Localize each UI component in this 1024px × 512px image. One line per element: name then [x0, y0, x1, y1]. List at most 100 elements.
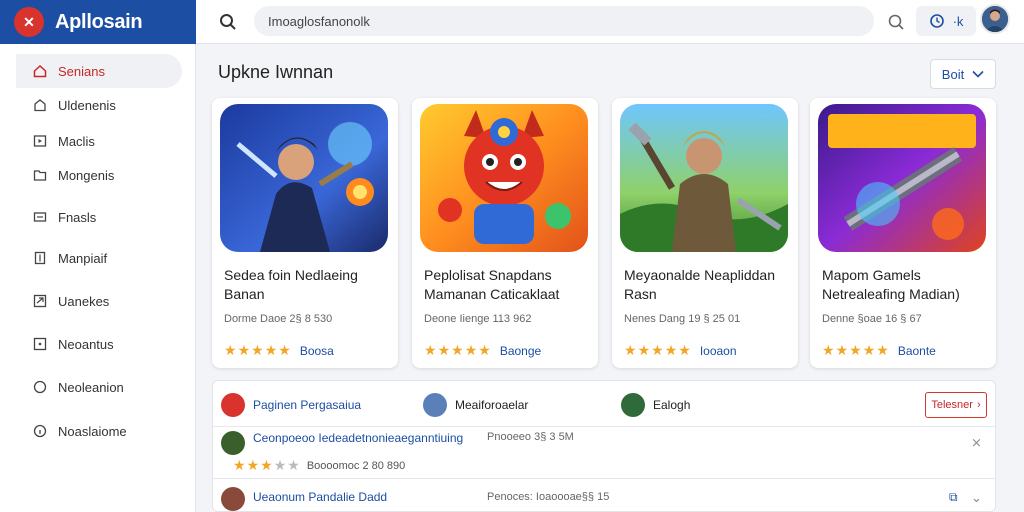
search-input[interactable]	[268, 13, 874, 29]
brand[interactable]: ✕ Apllosain	[0, 0, 196, 44]
sidebar-item-label: Maclis	[58, 133, 95, 149]
sidebar-item-label: Uanekes	[58, 293, 110, 309]
star-icon: ★	[464, 342, 478, 358]
star-icon: ★	[664, 342, 678, 358]
app-logo-icon: ✕	[14, 7, 44, 37]
category-avatar	[621, 393, 645, 417]
circle-icon	[32, 379, 48, 395]
star-icon: ★	[224, 342, 237, 358]
chevron-right-icon: ›	[976, 399, 981, 411]
sidebar: Senians Uldenenis Maclis Mongenis Fnasls…	[0, 44, 196, 512]
star-icon: ★	[424, 342, 437, 358]
message-icon	[32, 209, 48, 225]
bookmark-icon	[32, 97, 48, 113]
sidebar-item-label: Mongenis	[58, 167, 115, 183]
app-rating: ★ ★ ★ ★ ★ Iooaon	[624, 342, 737, 359]
app-list-panel: Paginen Pergasaiua Meaiforoaelar Ealogh …	[212, 380, 996, 512]
app-title: Peplolisat Snapdans Mamanan Caticaklaat	[424, 267, 560, 302]
app-meta: Deone Iienge 113 962	[424, 313, 532, 325]
search-icon[interactable]	[214, 8, 242, 36]
sidebar-item-label: Senians	[58, 63, 105, 79]
star-icon: ★	[637, 342, 651, 358]
home-icon	[32, 63, 48, 79]
sidebar-item-senians[interactable]: Senians	[16, 54, 182, 88]
account-switcher[interactable]: ·k	[916, 6, 976, 36]
star-icon: ★	[624, 342, 637, 358]
expand-icon[interactable]: ⨯	[971, 435, 982, 451]
star-icon: ★	[246, 457, 260, 473]
sort-label: Boit	[941, 66, 965, 82]
search-bar	[254, 6, 874, 36]
account-label: ·k	[952, 13, 964, 29]
view-more-label: Telesner	[931, 399, 973, 411]
sidebar-item-noaslaiome[interactable]: Noaslaiome	[16, 414, 182, 448]
star-icon: ★	[862, 342, 876, 358]
star-icon: ★	[822, 342, 835, 358]
star-icon: ★	[451, 342, 464, 358]
star-icon: ★	[876, 342, 889, 358]
rating-score: Baonte	[897, 343, 936, 358]
sidebar-item-neoantus[interactable]: Neoantus	[16, 327, 182, 361]
list-item[interactable]: Ceonpoeoo Iedeadetnonieaeganntiuing Pnoo…	[213, 427, 995, 479]
sidebar-item-manpiaif[interactable]: Manpiaif	[16, 241, 182, 275]
user-avatar[interactable]	[980, 4, 1010, 34]
category-avatar	[221, 393, 245, 417]
category-avatar	[423, 393, 447, 417]
document-icon	[32, 250, 48, 266]
sidebar-item-uldenenis[interactable]: Uldenenis	[16, 88, 182, 122]
list-item[interactable]: Ueaonum Pandalie Dadd Penoces: Ioaoooae§…	[213, 481, 995, 512]
app-card[interactable]: Peplolisat Snapdans Mamanan Caticaklaat …	[412, 98, 598, 368]
app-card[interactable]: Mapom Gamels Netrealeafing Madian) Denne…	[810, 98, 996, 368]
app-rating: ★ ★ ★ ★ ★ Baonte	[822, 342, 936, 359]
app-card[interactable]: Meyaonalde Neapliddan Rasn Nenes Dang 19…	[612, 98, 798, 368]
app-title: Meyaonalde Neapliddan Rasn	[624, 267, 775, 302]
chevron-down-icon[interactable]: ⌄	[971, 490, 982, 506]
sidebar-item-uanekes[interactable]: Uanekes	[16, 284, 182, 318]
app-title: Sedea foin Nedlaeing Banan	[224, 267, 358, 302]
page-title: Upkne Iwnnan	[218, 62, 334, 82]
category-chip[interactable]: Paginen Pergasaiua	[221, 393, 361, 417]
star-icon: ★	[437, 342, 451, 358]
star-icon: ★	[264, 342, 278, 358]
category-chip[interactable]: Ealogh	[621, 393, 690, 417]
sidebar-item-maclis[interactable]: Maclis	[16, 124, 182, 158]
category-label: Ealogh	[653, 398, 691, 412]
folder-icon	[32, 167, 48, 183]
star-icon: ★	[678, 342, 691, 358]
star-icon: ★	[233, 457, 246, 473]
star-icon: ★	[251, 342, 264, 358]
star-icon: ★	[237, 342, 251, 358]
clock-icon	[929, 14, 944, 28]
sidebar-item-neoleanion[interactable]: Neoleanion	[16, 370, 182, 404]
sidebar-item-label: Noaslaiome	[58, 423, 127, 439]
sort-dropdown[interactable]: Boit	[930, 59, 996, 89]
category-label: Meaiforoaelar	[455, 398, 529, 412]
grid-icon[interactable]: ⧉	[949, 490, 958, 505]
app-title: Mapom Gamels Netrealeafing Madian)	[822, 267, 960, 302]
app-rating: ★ ★ ★ ★ ★ Boosa	[224, 342, 334, 359]
star-icon: ★	[273, 457, 287, 473]
category-chip[interactable]: Meaiforoaelar	[423, 393, 528, 417]
plus-box-icon	[32, 336, 48, 352]
app-thumb	[221, 431, 245, 455]
sidebar-item-mongenis[interactable]: Mongenis	[16, 158, 182, 192]
app-thumb	[221, 487, 245, 511]
list-item-rating: ★ ★ ★ ★ ★ Boooomoс 2 80 890	[233, 457, 405, 474]
sidebar-item-label: Manpiaif	[58, 250, 108, 266]
list-item-title: Ceonpoeoo Iedeadetnonieaeganntiuing	[253, 431, 464, 445]
app-card[interactable]: Sedea foin Nedlaeing Banan Dorme Daoe 2§…	[212, 98, 398, 368]
app-cover-image	[818, 104, 986, 252]
category-row: Paginen Pergasaiua Meaiforoaelar Ealogh …	[213, 381, 995, 427]
app-meta: Denne §oae 16 § 67	[822, 313, 922, 325]
list-item-meta: Penoces: Ioaoooae§§ 15	[487, 491, 610, 503]
info-icon	[32, 423, 48, 439]
play-icon	[32, 133, 48, 149]
filter-icon[interactable]	[882, 8, 910, 36]
star-icon: ★	[478, 342, 491, 358]
star-icon: ★	[260, 457, 273, 473]
app-rating: ★ ★ ★ ★ ★ Baonge	[424, 342, 541, 359]
sidebar-item-fnasls[interactable]: Fnasls	[16, 200, 182, 234]
app-meta: Dorme Daoe 2§ 8 530	[224, 313, 333, 325]
app-meta: Nenes Dang 19 § 25 01	[624, 313, 741, 325]
view-more-button[interactable]: Telesner ›	[925, 392, 987, 418]
